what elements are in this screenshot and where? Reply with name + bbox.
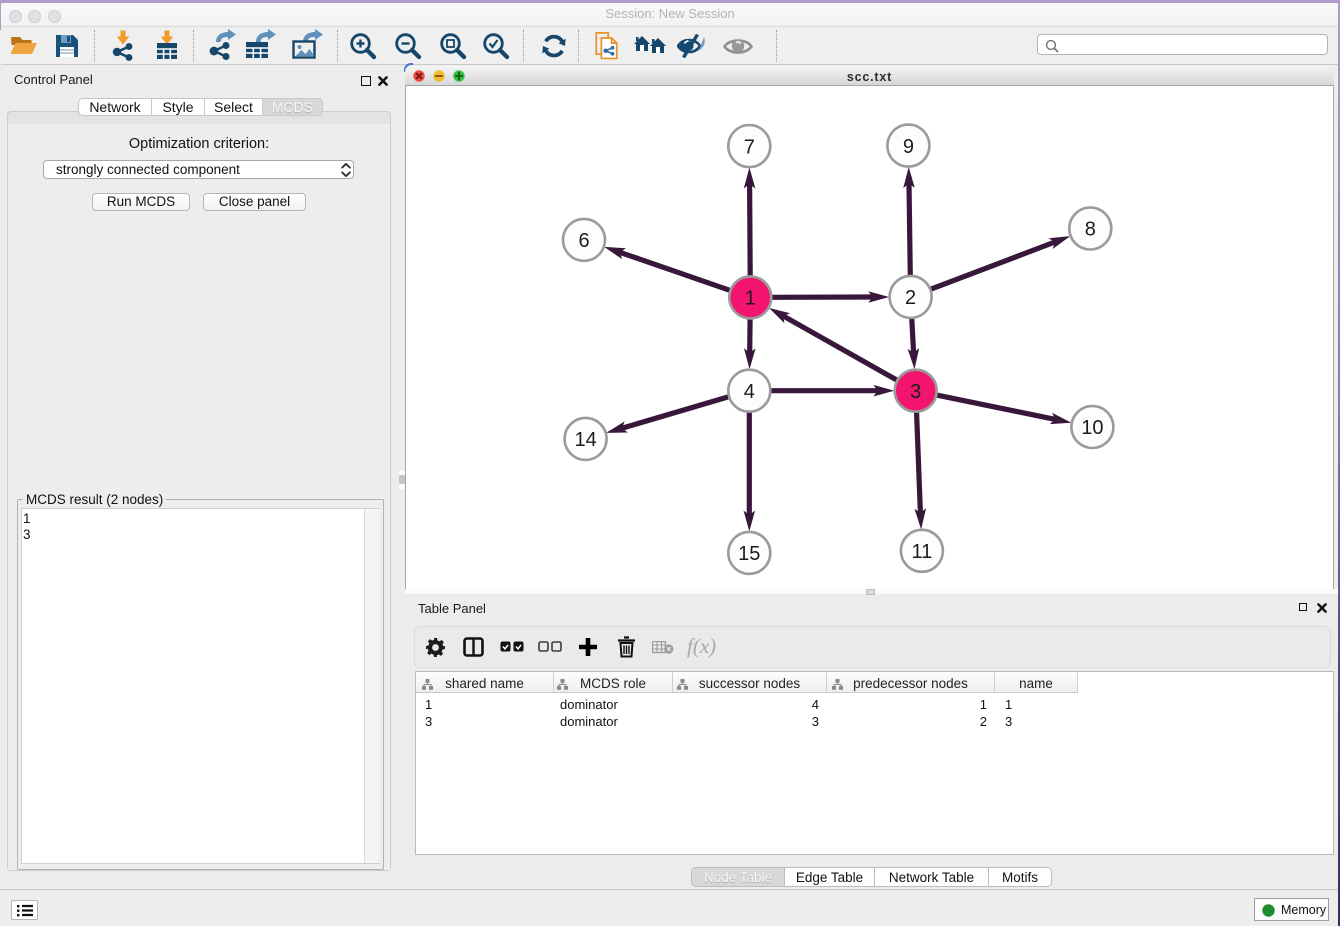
svg-text:9: 9 [903, 136, 914, 158]
svg-text:8: 8 [1085, 219, 1096, 241]
svg-text:3: 3 [910, 381, 921, 403]
svg-text:2: 2 [905, 287, 916, 309]
svg-text:15: 15 [738, 543, 760, 565]
svg-text:14: 14 [574, 429, 596, 451]
svg-text:6: 6 [578, 230, 589, 252]
svg-text:7: 7 [744, 136, 755, 158]
svg-text:4: 4 [744, 381, 755, 403]
svg-text:11: 11 [912, 541, 933, 563]
svg-text:1: 1 [745, 288, 756, 310]
svg-text:10: 10 [1081, 417, 1103, 439]
